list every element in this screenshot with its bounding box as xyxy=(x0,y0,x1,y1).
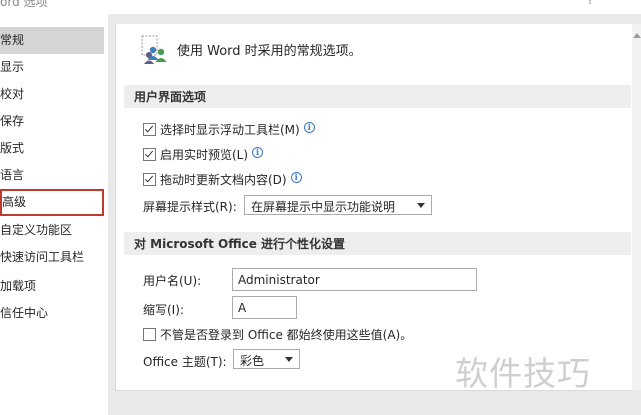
info-icon[interactable]: i xyxy=(252,147,264,158)
sidebar-item-label: 语言 xyxy=(0,168,25,182)
chevron-down-icon xyxy=(285,357,293,362)
info-icon[interactable]: i xyxy=(290,172,302,183)
username-input[interactable] xyxy=(233,269,476,290)
sidebar-item-label: 高级 xyxy=(2,195,27,209)
options-sidebar: 常规 显示 校对 保存 版式 语言 高级 自定义功能区 快速访问工具栏 加载项 … xyxy=(0,24,108,415)
ui-options-section-header: 用户界面选项 xyxy=(124,85,631,108)
sidebar-item-proofing[interactable]: 校对 xyxy=(0,81,104,108)
sidebar-item-label: 快速访问工具栏 xyxy=(0,250,85,264)
office-theme-label: Office 主题(T): xyxy=(143,355,227,369)
sidebar-item-save[interactable]: 保存 xyxy=(0,108,104,135)
section-title: 对 Microsoft Office 进行个性化设置 xyxy=(134,237,346,251)
sidebar-item-advanced[interactable]: 高级 xyxy=(0,189,104,216)
sidebar-item-label: 常规 xyxy=(0,33,25,47)
checkbox[interactable] xyxy=(143,123,156,136)
initials-field[interactable] xyxy=(232,296,297,319)
sidebar-item-general[interactable]: 常规 xyxy=(0,27,104,54)
vertical-scrollbar[interactable] xyxy=(632,24,641,390)
sidebar-item-quick-access-toolbar[interactable]: 快速访问工具栏 xyxy=(0,244,104,271)
sidebar-item-label: 保存 xyxy=(0,114,25,128)
screentip-style-label: 屏幕提示样式(R): xyxy=(143,200,237,214)
select-value: 彩色 xyxy=(240,354,265,368)
sidebar-item-label: 校对 xyxy=(0,87,25,101)
sidebar-item-add-ins[interactable]: 加载项 xyxy=(0,273,104,300)
sidebar-item-display[interactable]: 显示 xyxy=(0,54,104,81)
sidebar-item-layout[interactable]: 版式 xyxy=(0,135,104,162)
help-icon[interactable]: ? xyxy=(587,0,593,7)
username-field[interactable] xyxy=(232,268,477,291)
initials-label: 缩写(I): xyxy=(143,303,184,317)
option-label: 拖动时更新文档内容(D) xyxy=(160,173,287,187)
general-options-heading: 使用 Word 时采用的常规选项。 xyxy=(177,44,362,59)
window-title: ord 选项 xyxy=(0,0,48,9)
username-label: 用户名(U): xyxy=(143,274,202,288)
sidebar-item-label: 信任中心 xyxy=(0,306,49,320)
sidebar-item-trust-center[interactable]: 信任中心 xyxy=(0,300,104,327)
section-title: 用户界面选项 xyxy=(134,90,207,104)
personalize-section-header: 对 Microsoft Office 进行个性化设置 xyxy=(124,232,631,255)
sidebar-item-customize-ribbon[interactable]: 自定义功能区 xyxy=(0,217,104,244)
chevron-down-icon xyxy=(417,203,425,208)
scroll-up-icon[interactable] xyxy=(633,33,641,38)
checkbox[interactable] xyxy=(143,148,156,161)
option-label: 选择时显示浮动工具栏(M) xyxy=(160,123,300,137)
general-options-people-icon xyxy=(141,35,167,64)
sidebar-item-label: 显示 xyxy=(0,60,25,74)
screentip-style-select[interactable]: 在屏幕提示中显示功能说明 xyxy=(244,195,432,215)
option-label: 不管是否登录到 Office 都始终使用这些值(A)。 xyxy=(160,328,413,342)
sidebar-item-label: 加载项 xyxy=(0,279,37,293)
select-value: 在屏幕提示中显示功能说明 xyxy=(251,200,396,214)
option-label: 启用实时预览(L) xyxy=(160,148,249,162)
info-icon[interactable]: i xyxy=(303,122,315,133)
checkbox[interactable] xyxy=(143,173,156,186)
office-theme-select[interactable]: 彩色 xyxy=(233,349,300,369)
sidebar-item-language[interactable]: 语言 xyxy=(0,162,104,189)
checkmark-icon xyxy=(144,148,154,158)
checkmark-icon xyxy=(144,123,154,133)
checkbox[interactable] xyxy=(143,328,156,341)
sidebar-item-label: 自定义功能区 xyxy=(0,223,73,237)
sidebar-item-label: 版式 xyxy=(0,141,25,155)
title-bar: ord 选项 ? xyxy=(0,0,641,14)
checkmark-icon xyxy=(144,173,154,183)
initials-input[interactable] xyxy=(233,297,296,318)
watermark-text: 软件技巧 xyxy=(455,354,591,393)
